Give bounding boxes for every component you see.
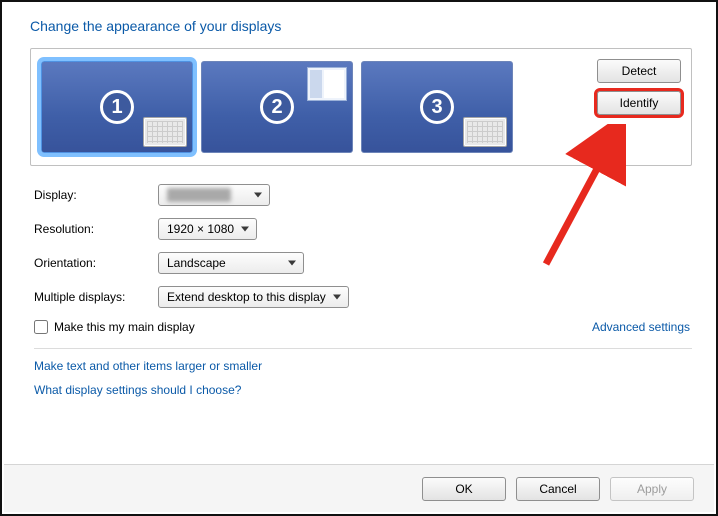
- display-value-redacted: [167, 188, 231, 202]
- dialog-button-bar: OK Cancel Apply: [4, 464, 714, 512]
- scale-items-link[interactable]: Make text and other items larger or smal…: [34, 359, 692, 373]
- multiple-displays-dropdown[interactable]: Extend desktop to this display: [158, 286, 349, 308]
- orientation-value: Landscape: [167, 256, 226, 270]
- cancel-button[interactable]: Cancel: [516, 477, 600, 501]
- display-arrangement-panel[interactable]: 1 2 3 Detect Identify: [30, 48, 692, 166]
- display-dropdown[interactable]: [158, 184, 270, 206]
- detect-button[interactable]: Detect: [597, 59, 681, 83]
- main-display-checkbox[interactable]: [34, 320, 48, 334]
- monitor-number-badge: 2: [260, 90, 294, 124]
- monitor-preview-3[interactable]: 3: [361, 61, 513, 153]
- resolution-dropdown[interactable]: 1920 × 1080: [158, 218, 257, 240]
- window-icon: [307, 67, 347, 101]
- main-display-checkbox-row[interactable]: Make this my main display: [34, 320, 195, 334]
- multiple-displays-value: Extend desktop to this display: [167, 290, 326, 304]
- display-help-link[interactable]: What display settings should I choose?: [34, 383, 692, 397]
- monitor-number-badge: 3: [420, 90, 454, 124]
- orientation-label: Orientation:: [34, 256, 158, 270]
- monitor-preview-1[interactable]: 1: [41, 61, 193, 153]
- display-label: Display:: [34, 188, 158, 202]
- main-display-checkbox-label: Make this my main display: [54, 320, 195, 334]
- monitor-number-badge: 1: [100, 90, 134, 124]
- separator: [34, 348, 692, 349]
- identify-button[interactable]: Identify: [597, 91, 681, 115]
- keyboard-icon: [463, 117, 507, 147]
- resolution-value: 1920 × 1080: [167, 222, 234, 236]
- keyboard-icon: [143, 117, 187, 147]
- multiple-displays-label: Multiple displays:: [34, 290, 158, 304]
- resolution-label: Resolution:: [34, 222, 158, 236]
- orientation-dropdown[interactable]: Landscape: [158, 252, 304, 274]
- ok-button[interactable]: OK: [422, 477, 506, 501]
- page-title: Change the appearance of your displays: [30, 18, 692, 34]
- monitor-preview-2[interactable]: 2: [201, 61, 353, 153]
- apply-button[interactable]: Apply: [610, 477, 694, 501]
- advanced-settings-link[interactable]: Advanced settings: [592, 320, 690, 334]
